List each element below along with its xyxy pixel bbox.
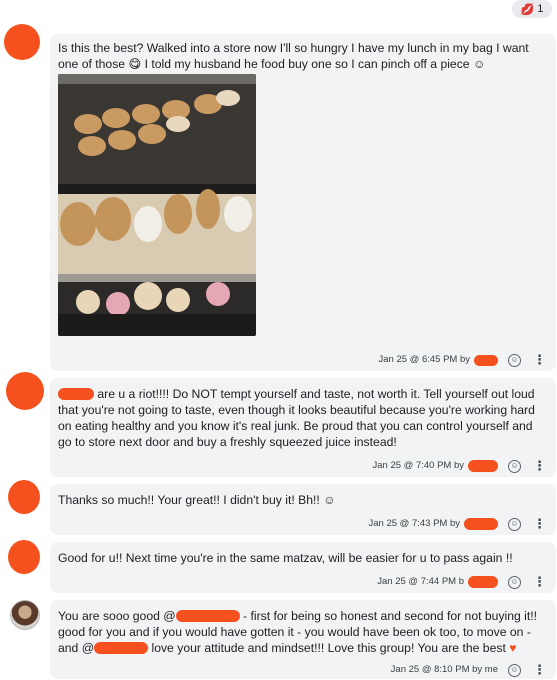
message-text: You are sooo good @ - first for being so… [58,609,538,655]
timestamp: Jan 25 @ 7:40 PM by [372,460,465,471]
redacted-name [474,354,498,366]
more-vert-icon[interactable]: ⋮ [533,352,546,368]
heart-icon: ♥ [509,641,517,655]
message-text: Is this the best? Walked into a store no… [58,41,529,71]
reaction-count: 1 [537,3,544,15]
more-vert-icon[interactable]: ⋮ [533,662,546,678]
timestamp: Jan 25 @ 7:43 PM by [368,518,461,529]
avatar[interactable] [10,600,40,630]
message-meta: Jan 25 @ 7:40 PM by ☺ ⋮ [373,458,547,474]
more-vert-icon[interactable]: ⋮ [533,516,546,532]
message-text: Thanks so much!! Your great!! I didn't b… [58,493,336,507]
smiley-icon[interactable]: ☺ [508,663,521,677]
redacted-mention [94,642,149,654]
avatar[interactable] [6,372,44,410]
message-card: Thanks so much!! Your great!! I didn't b… [50,484,556,535]
lips-emoji-icon: 💋 [520,3,535,16]
attached-photo[interactable] [58,74,256,336]
message-meta: Jan 25 @ 8:10 PM by me ☺ ⋮ [391,662,546,678]
smiley-icon[interactable]: ☺ [508,517,521,531]
more-vert-icon[interactable]: ⋮ [533,458,546,474]
message-meta: Jan 25 @ 7:43 PM by ☺ ⋮ [369,516,547,532]
reaction-chip[interactable]: 💋 1 [512,0,552,18]
redacted-name [468,460,498,472]
message-card: You are sooo good @ - first for being so… [50,600,556,679]
message-meta: Jan 25 @ 7:44 PM b ☺ ⋮ [377,574,546,590]
smiley-icon[interactable]: ☺ [508,459,521,473]
redacted-mention [58,388,94,400]
redacted-name [468,576,498,588]
timestamp: Jan 25 @ 8:10 PM by me [390,664,498,675]
timestamp: Jan 25 @ 7:44 PM b [377,576,464,587]
redacted-name [464,518,498,530]
message-meta: Jan 25 @ 6:45 PM by ☺ ⋮ [379,352,547,368]
avatar[interactable] [8,480,40,514]
message-text: Good for u!! Next time you're in the sam… [58,551,513,565]
emoji-yum-icon: 😋 [128,57,142,71]
redacted-mention [175,610,240,622]
message-card: Good for u!! Next time you're in the sam… [50,542,556,593]
smiley-icon[interactable]: ☺ [508,575,521,589]
smiley-icon[interactable]: ☺ [508,353,521,367]
more-vert-icon[interactable]: ⋮ [533,574,546,590]
avatar[interactable] [4,24,40,60]
avatar[interactable] [8,540,40,574]
message-card: Is this the best? Walked into a store no… [50,34,556,371]
message-text: are u a riot!!!! Do NOT tempt yourself a… [58,387,535,449]
message-card: are u a riot!!!! Do NOT tempt yourself a… [50,378,556,477]
timestamp: Jan 25 @ 6:45 PM by [378,354,471,365]
